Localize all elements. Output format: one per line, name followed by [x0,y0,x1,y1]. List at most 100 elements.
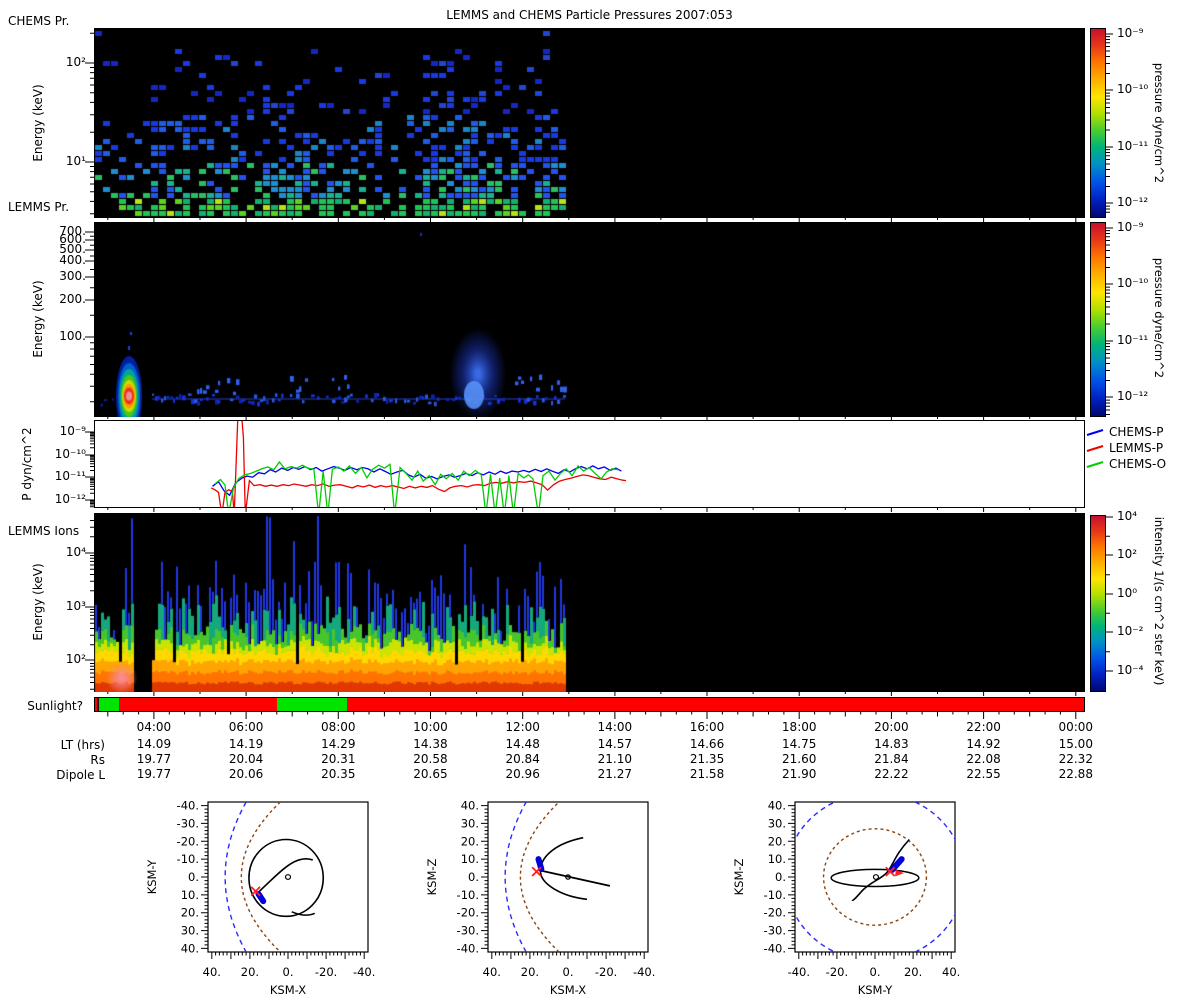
colorbar2-unit-label: pressure dyne/cm^2 [1152,257,1166,379]
dipole-value: 20.06 [228,767,264,781]
panel1-ylabel: Energy (keV) [31,84,45,162]
dipole-value: 20.96 [505,767,540,781]
energy-tick-label: 10⁻⁹ [59,424,86,438]
legend-item: LEMMS-P [1086,440,1163,456]
orbit-path [537,869,611,887]
row-label-lt: LT (hrs) [60,738,105,752]
sunlight-segment [99,698,119,711]
y-tick-label: -40. [177,799,199,813]
legend-label: CHEMS-O [1109,457,1167,471]
energy-tick-label: 300. [59,269,86,283]
x-tick-label: 0. [870,965,881,979]
y-tick-label: -10. [457,888,479,902]
y-tick-label: 40. [768,799,786,813]
dipole-value: 21.90 [782,767,817,781]
legend-item: CHEMS-O [1086,456,1166,472]
colorbar3-unit-label: intensity 1/(s cm^2 ster keV) [1152,516,1166,686]
y-tick-label: -40. [457,941,479,955]
x-tick-label: 40. [942,965,960,979]
y-axis-title: KSM-Z [732,858,746,895]
lt-value: 14.83 [874,737,909,751]
boundary-curve [504,802,527,952]
orbit-ellipse [795,802,955,952]
colorbar-tick-label: 10⁴ [1117,509,1138,523]
lt-value: 14.38 [413,737,448,751]
y-tick-label: -40. [764,941,786,955]
trajectory-frame [794,801,956,953]
dipole-value: 21.27 [597,767,633,781]
y-tick-label: 40. [461,799,479,813]
colorbar-tick-label: 10⁻² [1117,624,1144,638]
energy-tick-label: 400. [59,253,86,267]
colorbar-tick-label: 10⁻¹⁰ [1117,82,1149,96]
dipole-value: 22.22 [874,767,909,781]
rs-value: 21.60 [782,752,817,766]
lt-value: 14.48 [505,737,540,751]
y-tick-label: 30. [181,924,199,938]
time-tick-label: 16:00 [689,720,725,734]
x-tick-label: -40. [353,965,375,979]
time-tick-label: 08:00 [320,720,356,734]
time-tick-label: 00:00 [1058,720,1094,734]
x-axis-title: KSM-Y [858,983,894,997]
orbit-ellipse [822,828,928,926]
energy-tick-label: 10⁻¹⁰ [54,447,86,461]
lt-value: 14.19 [228,737,264,751]
legend-label: LEMMS-P [1109,441,1164,455]
time-tick-label: 10:00 [413,720,448,734]
x-tick-label: 20. [521,965,539,979]
orbit-path [539,836,588,901]
pressure-line-chart [210,414,627,515]
panel1-label: CHEMS Pr. [8,14,70,28]
time-tick-label: 06:00 [228,720,264,734]
orbit-ellipse [872,874,880,880]
rs-value: 20.04 [228,752,264,766]
lt-value: 14.57 [597,737,633,751]
rs-value: 22.08 [966,752,1001,766]
row-label-rs: Rs [90,753,105,767]
time-tick-label: 04:00 [136,720,172,734]
x-tick-label: 20. [241,965,259,979]
energy-tick-label: 10³ [65,599,86,613]
rs-value: 21.35 [689,752,725,766]
energy-tick-label: 100. [59,329,86,343]
legend-line-icon [1086,429,1104,436]
y-tick-label: -10. [177,852,199,866]
sunlight-segment [118,698,277,711]
x-axis-title: KSM-X [550,983,586,997]
panel2-label: LEMMS Pr. [8,200,70,214]
rs-value: 19.77 [136,752,172,766]
y-tick-label: 40. [181,941,199,955]
row-label-dipole: Dipole L [56,768,105,782]
energy-tick-label: 10² [65,55,86,69]
x-tick-label: -40. [788,965,810,979]
colorbar-tick-label: 10² [1117,547,1138,561]
pressure-line-panel [94,414,1085,515]
time-tick-label: 14:00 [597,720,633,734]
y-tick-label: 20. [181,906,199,920]
dipole-value: 22.55 [966,767,1001,781]
sunlight-segment [276,698,348,711]
boundary-curve [519,802,560,952]
time-tick-label: 22:00 [966,720,1001,734]
y-tick-label: 0. [468,870,479,884]
x-tick-label: -20. [595,965,617,979]
y-tick-label: 0. [775,870,786,884]
trajectory-shapes [224,802,325,952]
dipole-value: 20.65 [413,767,448,781]
y-tick-label: 10. [181,888,199,902]
dipole-value: 20.35 [321,767,356,781]
y-tick-label: -10. [764,888,786,902]
time-tick-label: 18:00 [781,720,817,734]
colorbar-tick-label: 10⁻¹² [1117,195,1149,209]
rs-value: 20.84 [505,752,540,766]
lt-value: 14.29 [321,737,356,751]
trajectory-shapes [504,802,611,952]
energy-tick-label: 10⁻¹¹ [54,469,86,483]
lt-value: 14.92 [966,737,1001,751]
trajectory-frame [207,801,369,953]
dipole-value: 22.88 [1058,767,1093,781]
dipole-value: 21.58 [689,767,725,781]
colorbar1-unit-label: pressure dyne/cm^2 [1152,62,1166,184]
y-tick-label: 30. [768,816,786,830]
